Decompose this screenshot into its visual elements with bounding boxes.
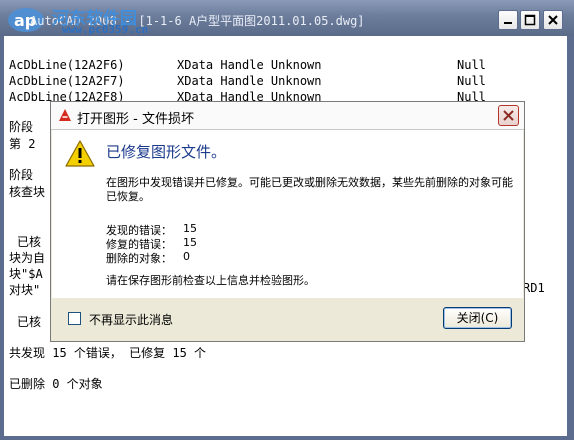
minimize-button[interactable] [498,10,518,30]
summary-repaired: 共发现 15 个错误， 已修复 15 个 [9,346,207,360]
log-line: AcDbLine(12A2F6) [9,58,125,72]
log-text: 阶段 [9,168,34,182]
log-text: 对块" [9,283,41,297]
dont-show-again-checkbox[interactable] [68,312,81,325]
close-window-button[interactable] [543,10,563,30]
window-frame-right [567,36,574,440]
stat-label-objects-deleted: 删除的对象： [106,252,172,265]
log-text: 已核 [17,235,42,249]
stat-value-errors-fixed: 15 [183,236,197,249]
log-text: 核查块 [9,185,46,199]
dialog-close-button[interactable] [498,105,519,126]
log-text: 块"$A [9,267,43,281]
close-button[interactable]: 关闭(C) [443,307,512,329]
close-icon [548,15,558,25]
dialog-title-bar: 打开图形 - 文件损坏 [51,102,524,130]
log-text: 已核 [17,315,42,329]
summary-deleted: 已删除 0 个对象 [9,377,103,391]
stat-value-errors-found: 15 [183,222,197,235]
maximize-icon [524,14,536,26]
warning-icon [65,140,95,167]
stat-value-objects-deleted: 0 [183,250,190,263]
dialog-content: 已修复图形文件。 在图形中发现错误并已修复。可能已更改或删除无效数据，某些先前删… [52,130,523,298]
log-line-right: Null [457,58,486,72]
log-line-mid: XData Handle Unknown [177,74,322,88]
file-corrupt-dialog: 打开图形 - 文件损坏 已修复图形文件。 在图形中发现错误并已修复。可能已更改或… [50,101,525,342]
log-line-mid: XData Handle Unknown [177,58,322,72]
log-text: 块为自 [9,251,46,265]
log-text-fragment: RD1 [523,281,545,295]
window-frame-bottom [0,436,574,440]
close-icon [503,110,514,121]
log-text: 第 2 [9,137,36,151]
dialog-heading: 已修复图形文件。 [106,143,227,161]
dont-show-again-label[interactable]: 不再显示此消息 [89,311,173,328]
dialog-footer: 不再显示此消息 关闭(C) [52,298,523,341]
log-text: 阶段 [9,120,34,134]
log-line-right: Null [457,74,486,88]
log-line: AcDbLine(12A2F7) [9,74,125,88]
watermark-site: www.pc0359.cn [62,23,149,36]
dialog-title: 打开图形 - 文件损坏 [77,112,194,127]
autocad-app-icon [59,109,71,121]
background-title-bar: ap AutoCAD 2008 - [1-1-6 A户型平面图2011.01.0… [0,0,574,36]
minimize-icon [504,22,512,24]
dialog-note: 请在保存图形前检查以上信息并检验图形。 [106,274,315,287]
maximize-button[interactable] [520,10,540,30]
dialog-description: 在图形中发现错误并已修复。可能已更改或删除无效数据，某些先前删除的对象可能已恢复… [106,176,513,203]
